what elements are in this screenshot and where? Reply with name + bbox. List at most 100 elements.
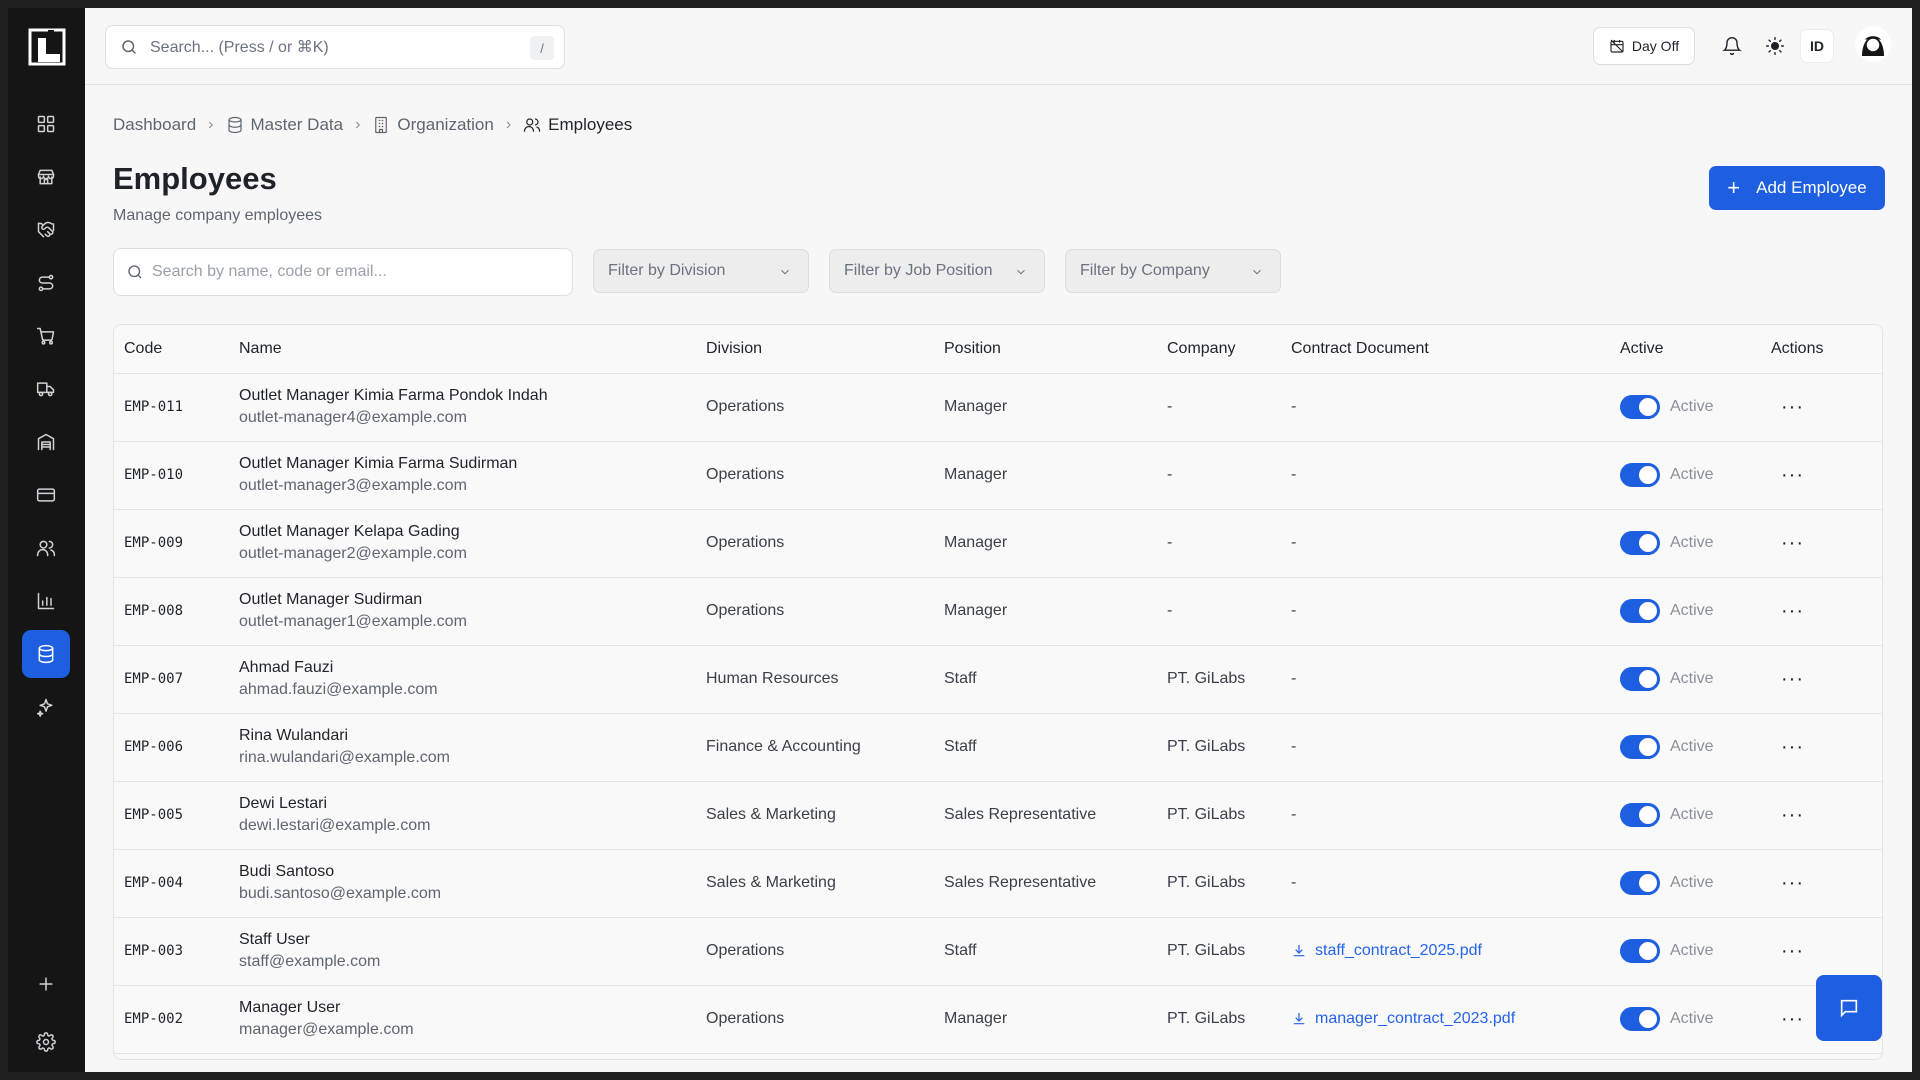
employee-name-cell: Outlet Manager Sudirman outlet-manager1@…	[229, 577, 696, 646]
active-toggle[interactable]	[1620, 803, 1660, 827]
table-row[interactable]: EMP-010 Outlet Manager Kimia Farma Sudir…	[114, 441, 1882, 510]
active-toggle[interactable]	[1620, 667, 1660, 691]
main-content: Search... (Press / or ⌘K) / Day Off ID D…	[85, 8, 1912, 1072]
sidebar-settings-button[interactable]	[22, 1018, 70, 1066]
active-toggle[interactable]	[1620, 871, 1660, 895]
sun-icon	[1765, 36, 1785, 56]
add-employee-button[interactable]: + Add Employee	[1709, 166, 1885, 210]
day-off-button[interactable]: Day Off	[1593, 27, 1695, 65]
sidebar-item-routes[interactable]	[22, 259, 70, 307]
more-actions-icon[interactable]: ···	[1771, 464, 1804, 486]
active-toggle[interactable]	[1620, 599, 1660, 623]
employee-name: Rina Wulandari	[239, 727, 349, 744]
column-header-position[interactable]: Position	[934, 325, 1157, 374]
filter-company-select[interactable]: Filter by Company	[1065, 249, 1281, 293]
global-search-input[interactable]: Search... (Press / or ⌘K) /	[105, 25, 565, 69]
employee-code: EMP-010	[114, 441, 229, 510]
employee-division: Sales & Marketing	[696, 849, 934, 918]
more-actions-icon[interactable]: ···	[1771, 940, 1804, 962]
column-header-code[interactable]: Code	[114, 325, 229, 374]
notifications-button[interactable]	[1715, 29, 1749, 63]
sidebar-add-button[interactable]	[22, 960, 70, 1008]
employee-company: PT. GiLabs	[1157, 781, 1281, 850]
active-toggle-wrap: Active	[1620, 871, 1761, 895]
contract-document-link[interactable]: staff_contract_2025.pdf	[1291, 942, 1610, 960]
table-row[interactable]: EMP-011 Outlet Manager Kimia Farma Pondo…	[114, 373, 1882, 442]
active-toggle[interactable]	[1620, 939, 1660, 963]
employee-company: -	[1157, 577, 1281, 646]
dashboard-icon	[37, 115, 55, 133]
sidebar-item-reports[interactable]	[22, 577, 70, 625]
table-row[interactable]: EMP-004 Budi Santoso budi.santoso@exampl…	[114, 849, 1882, 918]
contract-document-value: -	[1291, 602, 1297, 619]
column-header-contract-document[interactable]: Contract Document	[1281, 325, 1610, 374]
breadcrumb-master-data[interactable]: Master Data	[226, 115, 343, 135]
table-row[interactable]: EMP-006 Rina Wulandari rina.wulandari@ex…	[114, 713, 1882, 782]
filter-division-select[interactable]: Filter by Division	[593, 249, 809, 293]
employee-division: Operations	[696, 985, 934, 1054]
more-actions-icon[interactable]: ···	[1771, 736, 1804, 758]
more-actions-icon[interactable]: ···	[1771, 396, 1804, 418]
breadcrumb-organization[interactable]: Organization	[372, 115, 494, 135]
language-switcher[interactable]: ID	[1800, 29, 1834, 63]
employee-code: EMP-004	[114, 849, 229, 918]
more-actions-icon[interactable]: ···	[1771, 600, 1804, 622]
contract-document-link[interactable]: manager_contract_2023.pdf	[1291, 1010, 1610, 1028]
sidebar-item-delivery[interactable]	[22, 365, 70, 413]
column-header-company[interactable]: Company	[1157, 325, 1281, 374]
table-row[interactable]: EMP-007 Ahmad Fauzi ahmad.fauzi@example.…	[114, 645, 1882, 714]
active-toggle[interactable]	[1620, 1007, 1660, 1031]
employee-active-cell: Active	[1610, 509, 1761, 578]
table-row[interactable]: EMP-005 Dewi Lestari dewi.lestari@exampl…	[114, 781, 1882, 850]
employee-contract-document: -	[1281, 509, 1610, 578]
theme-toggle-button[interactable]	[1758, 29, 1792, 63]
employee-active-cell: Active	[1610, 441, 1761, 510]
handshake-icon	[37, 221, 55, 238]
column-header-division[interactable]: Division	[696, 325, 934, 374]
active-toggle[interactable]	[1620, 531, 1660, 555]
contract-document-value: -	[1291, 738, 1297, 755]
employee-company: PT. GiLabs	[1157, 849, 1281, 918]
active-toggle[interactable]	[1620, 395, 1660, 419]
employees-table: Code Name Division Position Company Cont…	[113, 324, 1883, 1060]
employee-code: EMP-008	[114, 577, 229, 646]
logo-icon[interactable]	[28, 28, 66, 66]
sidebar-item-warehouse[interactable]	[22, 418, 70, 466]
more-actions-icon[interactable]: ···	[1771, 804, 1804, 826]
active-toggle-wrap: Active	[1620, 667, 1761, 691]
sidebar-item-partners[interactable]	[22, 206, 70, 254]
active-toggle[interactable]	[1620, 463, 1660, 487]
employee-actions-cell: ···	[1761, 441, 1882, 510]
column-header-active[interactable]: Active	[1610, 325, 1761, 374]
active-toggle[interactable]	[1620, 735, 1660, 759]
table-row[interactable]: EMP-008 Outlet Manager Sudirman outlet-m…	[114, 577, 1882, 646]
breadcrumb-dashboard[interactable]: Dashboard	[113, 115, 196, 135]
employee-search-input[interactable]: Search by name, code or email...	[113, 248, 573, 296]
store-icon	[37, 169, 55, 185]
table-row[interactable]: EMP-003 Staff User staff@example.com Ope…	[114, 917, 1882, 986]
sidebar-item-store[interactable]	[22, 153, 70, 201]
more-actions-icon[interactable]: ···	[1771, 668, 1804, 690]
more-actions-icon[interactable]: ···	[1771, 872, 1804, 894]
employee-active-cell: Active	[1610, 577, 1761, 646]
table-row[interactable]: EMP-002 Manager User manager@example.com…	[114, 985, 1882, 1054]
sidebar-item-ai[interactable]	[22, 683, 70, 731]
employee-position: Sales Representative	[934, 781, 1157, 850]
sidebar-item-dashboard[interactable]	[22, 100, 70, 148]
sidebar-item-finance[interactable]	[22, 471, 70, 519]
employee-name: Dewi Lestari	[239, 795, 328, 812]
table-row[interactable]: EMP-009 Outlet Manager Kelapa Gading out…	[114, 509, 1882, 578]
more-actions-icon[interactable]: ···	[1771, 532, 1804, 554]
avatar[interactable]	[1855, 26, 1891, 62]
sidebar-item-master-data[interactable]	[22, 630, 70, 678]
column-header-name[interactable]: Name	[229, 325, 696, 374]
filter-position-select[interactable]: Filter by Job Position	[829, 249, 1045, 293]
employee-division: Operations	[696, 577, 934, 646]
more-actions-icon[interactable]: ···	[1771, 1008, 1804, 1030]
active-label: Active	[1670, 466, 1714, 483]
database-icon	[227, 116, 242, 134]
sidebar-item-hr[interactable]	[22, 524, 70, 572]
card-icon	[36, 488, 56, 502]
sidebar-item-sales[interactable]	[22, 312, 70, 360]
chat-button[interactable]	[1816, 975, 1882, 1041]
